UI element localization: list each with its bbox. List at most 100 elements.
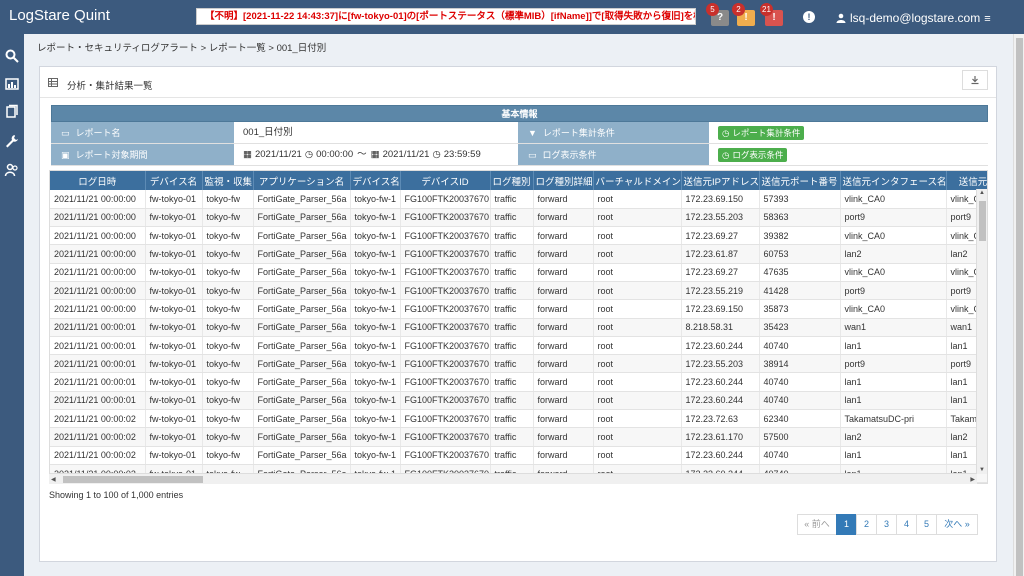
table-row[interactable]: 2021/11/21 00:00:00 fw-tokyo-01 tokyo-fw Fo… xyxy=(50,190,987,209)
table-cell: 172.23.69.150 xyxy=(681,190,760,209)
table-row[interactable]: 2021/11/21 00:00:01 fw-tokyo-01 tokyo-fw Fo… xyxy=(50,336,987,356)
table-cell: tokyo-fw xyxy=(202,446,254,465)
table-cell: 39382 xyxy=(759,226,841,246)
table-row[interactable]: 2021/11/21 00:00:02fw-tokyo-01tokyo-fwFo… xyxy=(50,409,987,429)
column-header[interactable]: 監視・収集 xyxy=(202,171,254,190)
table-cell: tokyo-fw-1 xyxy=(350,244,401,264)
table-cell: traffic xyxy=(490,244,534,264)
table-cell: forward xyxy=(533,391,594,411)
table-cell: tokyo-fw xyxy=(202,299,254,319)
table-cell: 2021/11/21 00:00:02 xyxy=(50,446,146,465)
column-header[interactable]: アプリケーション名 xyxy=(253,171,351,190)
table-cell: traffic xyxy=(490,190,534,209)
aggregate-condition-label: ▼ レポート集計条件 xyxy=(518,122,710,143)
info-icon[interactable]: ! xyxy=(803,11,815,23)
report-name-value: 001_日付別 xyxy=(243,126,293,138)
users-icon[interactable] xyxy=(4,162,20,178)
scroll-left-icon[interactable]: ◀ xyxy=(51,476,56,483)
table-cell: 172.23.61.87 xyxy=(681,244,760,264)
column-header[interactable]: ログ種別詳細 xyxy=(533,171,594,190)
picture-icon: ▣ xyxy=(61,149,70,160)
table-cell: tokyo-fw-1 xyxy=(350,226,401,246)
page-scrollbar[interactable] xyxy=(1013,34,1024,576)
unknown-notification-button[interactable]: ? 5 xyxy=(706,3,729,26)
table-row[interactable]: 2021/11/21 00:00:00 fw-tokyo-01 tokyo-fw Fo… xyxy=(50,208,987,228)
table-row[interactable]: 2021/11/21 00:00:02fw-tokyo-01tokyo-fwFo… xyxy=(50,446,987,465)
critical-notification-button[interactable]: ! 21 xyxy=(760,3,783,26)
page-button-5[interactable]: 5 xyxy=(916,514,937,535)
grid-vertical-scrollbar-thumb[interactable] xyxy=(979,201,986,241)
user-email: lsq-demo@logstare.com xyxy=(850,11,981,25)
table-cell: forward xyxy=(533,226,594,246)
table-cell: traffic xyxy=(490,354,534,374)
table-row[interactable]: 2021/11/21 00:00:01 fw-tokyo-01 tokyo-fw Fo… xyxy=(50,372,987,392)
table-cell: 40740 xyxy=(759,372,841,392)
table-cell: fw-tokyo-01 xyxy=(145,244,203,264)
table-row[interactable]: 2021/11/21 00:00:01 fw-tokyo-01 tokyo-fw Fo… xyxy=(50,391,987,411)
table-row[interactable]: 2021/11/21 00:00:00 fw-tokyo-01 tokyo-fw Fo… xyxy=(50,281,987,301)
table-row[interactable]: 2021/11/21 00:00:02fw-tokyo-01tokyo-fwFo… xyxy=(50,427,987,447)
table-row[interactable]: 2021/11/21 00:00:00 fw-tokyo-01 tokyo-fw Fo… xyxy=(50,299,987,319)
grid-vertical-scrollbar[interactable]: ▲ ▼ xyxy=(976,189,987,474)
page-button-2[interactable]: 2 xyxy=(856,514,877,535)
page-button-1[interactable]: 1 xyxy=(836,514,857,535)
download-button[interactable] xyxy=(962,70,988,90)
table-row[interactable]: 2021/11/21 00:00:00 fw-tokyo-01 tokyo-fw Fo… xyxy=(50,263,987,282)
table-cell: tokyo-fw xyxy=(202,208,254,228)
column-header[interactable]: 送信元ゾーン xyxy=(946,171,987,190)
table-cell: port9 xyxy=(840,354,947,374)
breadcrumb[interactable]: レポート・セキュリティログアラート > レポート一覧 > 001_日付別 xyxy=(37,40,326,54)
column-header[interactable]: デバイス名 xyxy=(145,171,203,190)
user-menu[interactable]: lsq-demo@logstare.com ≡ xyxy=(836,11,991,25)
next-page-button[interactable]: 次へ » xyxy=(936,514,978,535)
column-header[interactable]: 送信元インタフェース名 xyxy=(840,171,947,190)
table-cell: forward xyxy=(533,336,594,356)
table-cell: root xyxy=(593,427,682,447)
alert-banner[interactable]: 【不明】[2021-11-22 14:43:37]に[fw-tokyo-01]の… xyxy=(196,8,696,25)
aggregate-condition-button[interactable]: ◷ レポート集計条件 xyxy=(718,125,805,140)
table-cell: 2021/11/21 00:00:01 xyxy=(50,391,146,411)
column-header[interactable]: デバイス名 xyxy=(350,171,401,190)
table-cell: FortiGate_Parser_56a xyxy=(253,244,351,264)
table-row[interactable]: 2021/11/21 00:00:01 fw-tokyo-01 tokyo-fw Fo… xyxy=(50,318,987,337)
table-cell: 2021/11/21 00:00:01 xyxy=(50,336,146,356)
table-row[interactable]: 2021/11/21 00:00:01 fw-tokyo-01 tokyo-fw Fo… xyxy=(50,354,987,374)
table-row[interactable]: 2021/11/21 00:00:00 fw-tokyo-01 tokyo-fw Fo… xyxy=(50,226,987,246)
column-header[interactable]: ログ日時 xyxy=(50,171,146,190)
search-icon[interactable] xyxy=(4,48,20,64)
table-cell: 2021/11/21 00:00:00 xyxy=(50,263,146,282)
basic-info-heading: 基本情報 xyxy=(51,105,988,122)
table-cell: root xyxy=(593,208,682,228)
grid-horizontal-scrollbar-thumb[interactable] xyxy=(63,476,203,483)
table-cell: 172.23.55.203 xyxy=(681,354,760,374)
page-button-4[interactable]: 4 xyxy=(896,514,917,535)
column-header[interactable]: 送信元ポート番号 xyxy=(759,171,841,190)
table-cell: forward xyxy=(533,244,594,264)
table-cell: FG100FTK20037670 xyxy=(400,336,491,356)
notification-count: 5 xyxy=(706,3,719,16)
page-button-3[interactable]: 3 xyxy=(876,514,897,535)
table-row[interactable]: 2021/11/21 00:00:00 fw-tokyo-01 tokyo-fw Fo… xyxy=(50,244,987,264)
table-cell: 2021/11/21 00:00:00 xyxy=(50,226,146,246)
table-cell: root xyxy=(593,244,682,264)
wrench-icon[interactable] xyxy=(4,133,20,149)
table-cell: forward xyxy=(533,299,594,319)
display-condition-cell: ◷ ログ表示条件 xyxy=(710,144,988,165)
column-header[interactable]: ログ種別 xyxy=(490,171,534,190)
column-header[interactable]: 送信元IPアドレス xyxy=(681,171,760,190)
warning-notification-button[interactable]: ! 2 xyxy=(732,3,755,26)
column-header[interactable]: デバイスID xyxy=(400,171,491,190)
prev-page-button[interactable]: « 前へ xyxy=(797,514,837,535)
page-scrollbar-thumb[interactable] xyxy=(1016,38,1023,576)
column-header[interactable]: バーチャルドメイン xyxy=(593,171,682,190)
scroll-up-icon[interactable]: ▲ xyxy=(979,190,985,196)
scroll-down-icon[interactable]: ▼ xyxy=(979,467,985,473)
app-title[interactable]: LogStare Quint xyxy=(9,7,110,24)
notification-count: 21 xyxy=(760,3,773,16)
grid-horizontal-scrollbar[interactable]: ◀ ▶ xyxy=(49,473,977,484)
table-cell: 8.218.58.31 xyxy=(681,318,760,337)
book-icon[interactable] xyxy=(4,104,20,120)
chart-icon[interactable] xyxy=(4,76,20,92)
scroll-right-icon[interactable]: ▶ xyxy=(970,476,975,483)
display-condition-button[interactable]: ◷ ログ表示条件 xyxy=(718,147,788,162)
